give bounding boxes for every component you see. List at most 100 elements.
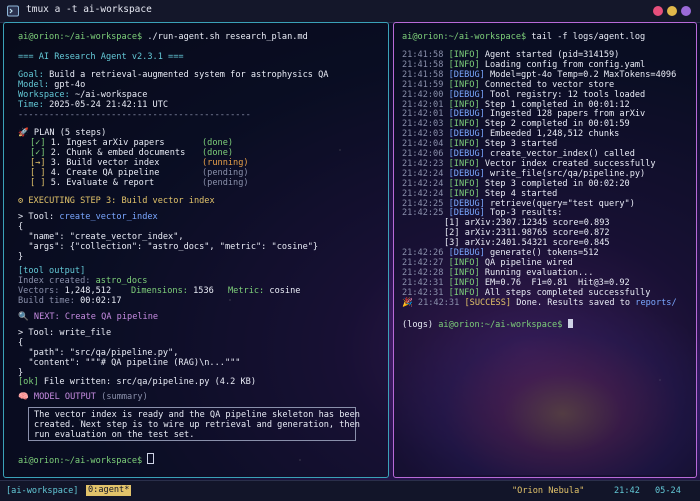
left-pane-agent[interactable]: ai@orion:~/ai-workspace$ ./run-agent.sh … bbox=[3, 22, 389, 478]
log-message: Connected to vector store bbox=[484, 79, 615, 90]
window-tab-active[interactable]: 0:agent* bbox=[86, 485, 132, 496]
log-time: 21:42:03 bbox=[402, 119, 444, 130]
search-icon: 🔍 bbox=[18, 312, 29, 322]
log-level: [DEBUG] bbox=[448, 129, 485, 140]
log-level: [DEBUG] bbox=[448, 248, 485, 258]
log-time: 21:42:06 bbox=[402, 149, 444, 159]
log-level: [INFO] bbox=[448, 50, 480, 60]
agent-banner: === AI Research Agent v2.3.1 === bbox=[18, 52, 184, 62]
party-icon: 🎉 bbox=[402, 297, 413, 308]
shell-prompt[interactable]: (logs) ai@orion:~/ai-workspace$ bbox=[402, 319, 573, 331]
log-message: Model=gpt-4o Temp=0.2 MaxTokens=4096 bbox=[490, 69, 677, 80]
window-titlebar: tmux a -t ai-workspace bbox=[0, 0, 700, 23]
log-message: All steps completed successfully bbox=[484, 287, 651, 298]
session-name: [ai-workspace] bbox=[6, 486, 79, 496]
ok-line: [ok] File written: src/qa/pipeline.py (4… bbox=[18, 377, 257, 387]
summary-line: run evaluation on the test set. bbox=[34, 430, 195, 440]
log-message: Ingested 128 papers from arXiv bbox=[490, 109, 646, 120]
log-message: create_vector_index() called bbox=[490, 149, 635, 159]
right-pane-logs[interactable]: ai@orion:~/ai-workspace$ tail -f logs/ag… bbox=[393, 22, 697, 478]
shell-prompt[interactable]: ai@orion:~/ai-workspace$ bbox=[18, 453, 155, 467]
text-cursor bbox=[147, 453, 155, 464]
summary-line: created. Next step is to wire up retriev… bbox=[34, 420, 360, 430]
vectors-line: Vectors: 1,248,512 bbox=[18, 286, 112, 296]
log-message: Step 1 completed in 00:01:12 bbox=[484, 99, 630, 110]
window-title: tmux a -t ai-workspace bbox=[26, 4, 152, 15]
command-line: ai@orion:~/ai-workspace$ tail -f logs/ag… bbox=[402, 32, 646, 42]
log-message: generate() tokens=512 bbox=[490, 248, 599, 258]
json-line: { bbox=[18, 222, 24, 232]
tool-call: > Tool: create_vector_index bbox=[18, 212, 158, 222]
reports-path-link[interactable]: reports/ bbox=[635, 298, 676, 308]
log-time: 21:41:58 bbox=[402, 69, 444, 80]
log-time: 21:41:59 bbox=[402, 79, 444, 90]
log-level: [DEBUG] bbox=[448, 109, 485, 120]
plan-status: (pending) bbox=[202, 178, 249, 188]
plan-status: (pending) bbox=[202, 168, 249, 178]
log-level: [INFO] bbox=[448, 59, 480, 70]
log-level: [INFO] bbox=[448, 119, 480, 130]
log-time: 21:42:26 bbox=[402, 248, 444, 258]
log-message: Step 3 completed in 00:02:20 bbox=[484, 178, 630, 189]
log-time: 21:42:31 bbox=[417, 297, 460, 308]
log-level: [INFO] bbox=[448, 79, 480, 90]
plan-status: (done) bbox=[202, 138, 234, 148]
status-time: 21:42 bbox=[614, 486, 640, 496]
log-time: 21:42:31 bbox=[402, 277, 444, 288]
log-message: Tool registry: 12 tools loaded bbox=[490, 89, 646, 100]
log-level: [INFO] bbox=[448, 287, 480, 298]
plan-item: [→] 3. Build vector index bbox=[30, 158, 160, 168]
log-time: 21:42:01 bbox=[402, 109, 444, 120]
tmux-status-bar: [ai-workspace] 0:agent* "Orion Nebula" 2… bbox=[0, 480, 700, 501]
model-line: Model: gpt-4o bbox=[18, 80, 86, 90]
log-time: 21:42:28 bbox=[402, 267, 444, 278]
log-level: [INFO] bbox=[448, 139, 480, 150]
host-name: "Orion Nebula" bbox=[512, 486, 585, 496]
log-time: 21:42:24 bbox=[402, 188, 444, 199]
maximize-button[interactable] bbox=[681, 6, 691, 16]
log-time: 21:42:01 bbox=[402, 99, 444, 110]
plan-title: 🚀 PLAN (5 steps) bbox=[18, 128, 107, 138]
plan-status: (running) bbox=[202, 158, 249, 168]
close-button[interactable] bbox=[653, 6, 663, 16]
log-time: 21:42:03 bbox=[402, 129, 444, 140]
log-message: Step 3 started bbox=[484, 139, 558, 150]
model-output-header: 🧠 MODEL OUTPUT (summary) bbox=[18, 392, 148, 402]
log-level: [INFO] bbox=[448, 188, 480, 199]
command-line: ai@orion:~/ai-workspace$ ./run-agent.sh … bbox=[18, 32, 308, 42]
tool-call: > Tool: write_file bbox=[18, 328, 112, 338]
log-level: [DEBUG] bbox=[448, 89, 485, 100]
json-line: "name": "create_vector_index", bbox=[18, 232, 184, 242]
log-level: [DEBUG] bbox=[448, 198, 485, 209]
log-time: 21:42:23 bbox=[402, 158, 444, 169]
brain-icon: 🧠 bbox=[18, 392, 29, 402]
plan-item: [✓] 2. Chunk & embed documents bbox=[30, 148, 186, 158]
log-level: [DEBUG] bbox=[448, 69, 485, 80]
log-level: [INFO] bbox=[448, 178, 480, 189]
log-message: Embeeded 1,248,512 chunks bbox=[490, 129, 620, 140]
plan-status: (done) bbox=[202, 148, 234, 158]
status-date: 05-24 bbox=[655, 486, 681, 496]
prompt-prefix: (logs) bbox=[402, 320, 434, 331]
log-level: [SUCCESS] bbox=[464, 297, 512, 308]
log-time: 21:42:27 bbox=[402, 257, 444, 268]
log-message: Vector index created successfully bbox=[484, 158, 656, 169]
rocket-icon: 🚀 bbox=[18, 128, 29, 138]
plan-item: [ ] 4. Create QA pipeline bbox=[30, 168, 160, 178]
log-message: Done. Results saved to bbox=[516, 297, 631, 308]
log-level: [DEBUG] bbox=[448, 149, 485, 159]
json-line: { bbox=[18, 338, 24, 348]
executing-step: ⚙ EXECUTING STEP 3: Build vector index bbox=[18, 196, 215, 206]
log-level: [DEBUG] bbox=[448, 208, 485, 219]
log-message: Running evaluation... bbox=[484, 267, 594, 278]
log-message: Top-3 results: bbox=[490, 208, 563, 219]
log-level: [INFO] bbox=[448, 99, 480, 110]
log-time: 21:41:58 bbox=[402, 50, 444, 60]
log-message: Step 2 completed in 00:01:59 bbox=[484, 119, 630, 130]
log-time: 21:42:25 bbox=[402, 198, 444, 209]
log-time: 21:42:31 bbox=[402, 287, 444, 298]
log-level: [INFO] bbox=[448, 277, 480, 288]
json-line: } bbox=[18, 252, 24, 262]
minimize-button[interactable] bbox=[667, 6, 677, 16]
time-line: Time: 2025-05-24 21:42:11 UTC bbox=[18, 100, 169, 110]
